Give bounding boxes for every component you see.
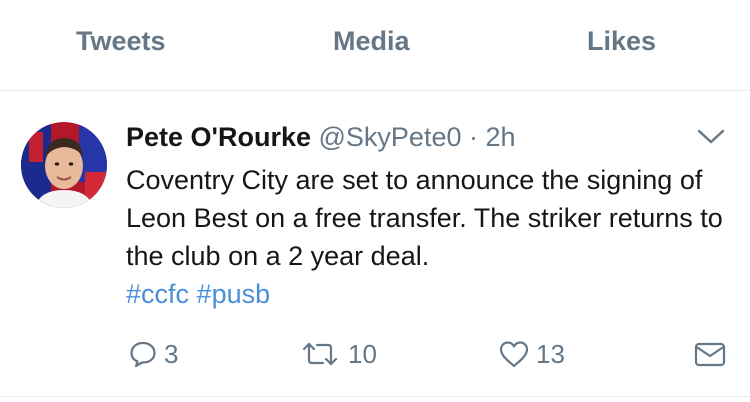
direct-message-button[interactable] (693, 336, 733, 372)
avatar[interactable] (21, 122, 107, 208)
hashtags: #ccfc #pusb (126, 275, 736, 313)
like-count: 13 (536, 338, 565, 369)
tweet-timestamp[interactable]: 2h (486, 122, 516, 152)
author-name[interactable]: Pete O'Rourke (126, 122, 311, 152)
tweet-body: Coventry City are set to announce the si… (126, 161, 736, 313)
profile-tabs: Tweets Media Likes (0, 0, 750, 91)
tab-tweets[interactable]: Tweets (76, 26, 166, 57)
tweet-actions: 3 10 13 (0, 336, 750, 376)
retweet-icon (298, 339, 348, 369)
separator-dot: · (469, 122, 478, 152)
hashtag-link[interactable]: #pusb (197, 279, 271, 309)
heart-icon (498, 339, 536, 369)
author-handle[interactable]: @SkyPete0 (319, 122, 462, 152)
tab-media[interactable]: Media (333, 26, 410, 57)
reply-button[interactable]: 3 (128, 336, 178, 372)
tweet-text: Coventry City are set to announce the si… (126, 165, 723, 271)
tab-likes[interactable]: Likes (587, 26, 656, 57)
tweet-header: Pete O'Rourke @SkyPete0 · 2h (126, 119, 516, 155)
reply-count: 3 (164, 338, 179, 369)
like-button[interactable]: 13 (498, 336, 565, 372)
tweet[interactable]: Pete O'Rourke @SkyPete0 · 2h Coventry Ci… (0, 91, 750, 397)
reply-icon (128, 339, 164, 369)
chevron-down-icon[interactable] (695, 125, 727, 149)
hashtag-link[interactable]: #ccfc (126, 279, 189, 309)
envelope-icon (693, 339, 733, 369)
retweet-count: 10 (348, 338, 377, 369)
retweet-button[interactable]: 10 (298, 336, 377, 372)
